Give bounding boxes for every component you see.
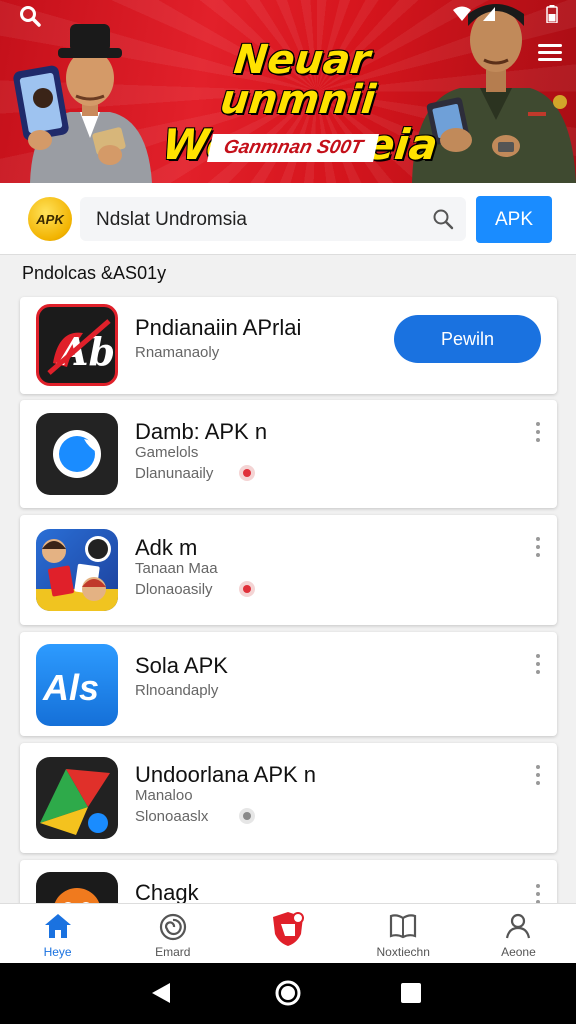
- badge-icon: [239, 808, 255, 824]
- search-query: Ndslat Undromsia: [96, 209, 247, 230]
- more-options-icon[interactable]: [535, 765, 541, 789]
- app-card[interactable]: Adk m Tanaan Maa Dlonaoasily: [20, 515, 557, 625]
- battery-icon: [546, 5, 558, 28]
- app-title: Pndianaiin APrlai: [135, 315, 302, 340]
- app-card[interactable]: Undoorlana APK n Manaloo Slonoaaslx: [20, 743, 557, 853]
- app-card[interactable]: Ab Pndianaiin APrlai Rnamanaoly Pewiln: [20, 297, 557, 394]
- nav-emard-label: Emard: [155, 945, 191, 959]
- nav-aeone[interactable]: Aeone: [461, 904, 576, 963]
- app-subtitle: Dlanunaaily: [135, 465, 214, 482]
- book-icon: [388, 912, 418, 945]
- hamburger-menu-icon[interactable]: [538, 44, 562, 65]
- app-title: Undoorlana APK n: [135, 762, 317, 787]
- app-title: Adk m: [135, 535, 198, 560]
- presenter-left-illustration: [13, 24, 152, 183]
- status-search-icon: [18, 4, 42, 33]
- section-title: Pndolcas &AS01y: [22, 263, 167, 283]
- home-icon: [43, 912, 73, 945]
- app-subtitle: Rnamanaoly: [135, 344, 220, 361]
- svg-text:Ab: Ab: [56, 329, 115, 374]
- nav-featured-app[interactable]: [230, 904, 345, 963]
- wifi-icon: [452, 6, 472, 27]
- person-icon: [503, 912, 533, 945]
- back-icon[interactable]: [150, 981, 172, 1010]
- signal-icon: [482, 6, 496, 27]
- app-subtitle: Rlnoandaply: [135, 682, 219, 699]
- app-category: Manaloo: [135, 787, 193, 804]
- apk-search-button[interactable]: APK: [476, 196, 552, 243]
- bottom-navigation: Heye Emard Noxtiechn Aeone: [0, 903, 576, 963]
- recents-icon[interactable]: [400, 982, 422, 1009]
- apk-logo[interactable]: APK: [28, 197, 72, 241]
- app-subtitle: Slonoaaslx: [135, 808, 209, 825]
- search-bar-row: APK Ndslat Undromsia APK: [0, 183, 576, 255]
- app-title: Damb: APK n: [135, 419, 268, 444]
- home-circle-icon[interactable]: [274, 979, 302, 1012]
- system-navigation-bar: [0, 963, 576, 1024]
- spiral-icon: [158, 912, 188, 947]
- nav-emard[interactable]: Emard: [115, 904, 230, 963]
- nav-home[interactable]: Heye: [0, 904, 115, 963]
- promo-banner[interactable]: Neuar unmnii Woonameia Ganmnan S00T: [0, 0, 576, 183]
- more-options-icon[interactable]: [535, 654, 541, 678]
- app-card[interactable]: Als Sola APK Rlnoandaply: [20, 632, 557, 736]
- shield-app-icon: [270, 910, 306, 953]
- app-category: Tanaan Maa: [135, 560, 218, 577]
- svg-text:Als: Als: [42, 667, 99, 708]
- badge-icon: [239, 465, 255, 481]
- nav-noxtiechn[interactable]: Noxtiechn: [346, 904, 461, 963]
- blue-circle-app-icon: [36, 413, 118, 495]
- nav-home-label: Heye: [43, 945, 72, 959]
- als-app-icon: Als: [36, 644, 118, 726]
- nav-noxtiechn-label: Noxtiechn: [376, 945, 430, 959]
- app-subtitle: Dlonaoasily: [135, 581, 213, 598]
- banner-title-line1: Neuar unmnii: [218, 37, 378, 123]
- more-options-icon[interactable]: [535, 537, 541, 561]
- more-options-icon[interactable]: [535, 422, 541, 446]
- install-button[interactable]: Pewiln: [394, 315, 541, 363]
- apk-logo-red-icon: Ab: [36, 304, 118, 386]
- app-title: Sola APK: [135, 653, 228, 678]
- colorful-shapes-app-icon: [36, 757, 118, 839]
- search-input[interactable]: Ndslat Undromsia: [80, 197, 466, 241]
- banner-tagline: Ganmnan S00T: [207, 134, 380, 162]
- nav-aeone-label: Aeone: [501, 945, 536, 959]
- app-card[interactable]: Damb: APK n Gamelols Dlanunaaily: [20, 400, 557, 508]
- app-category: Gamelols: [135, 444, 199, 461]
- cartoon-characters-app-icon: [36, 529, 118, 611]
- search-icon[interactable]: [432, 208, 454, 235]
- badge-icon: [239, 581, 255, 597]
